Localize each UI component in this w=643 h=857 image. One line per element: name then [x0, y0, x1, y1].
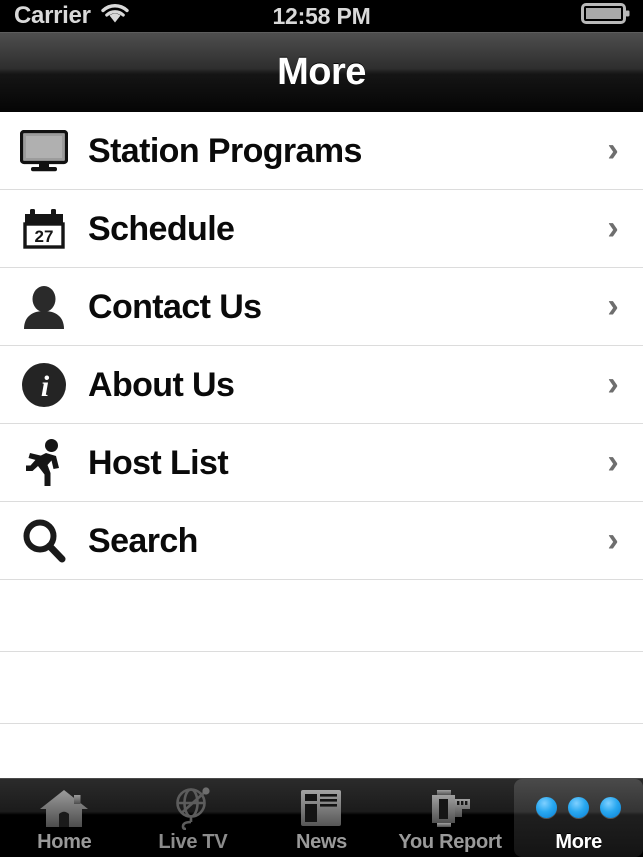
calendar-icon: 27 [0, 190, 88, 268]
list-item-label: About Us [88, 365, 235, 404]
three-dots-icon [536, 786, 622, 829]
list-item-label: Contact Us [88, 287, 262, 326]
tab-more[interactable]: More [514, 779, 643, 857]
list-item-label: Schedule [88, 209, 235, 248]
camera-icon [426, 786, 474, 829]
chevron-right-icon: › [607, 443, 619, 481]
list-item-search[interactable]: Search › [0, 502, 643, 580]
house-icon [38, 786, 90, 829]
nav-bar: More [0, 32, 643, 112]
list-item-about-us[interactable]: i About Us › [0, 346, 643, 424]
list-empty-row [0, 580, 643, 652]
clock-label: 12:58 PM [272, 2, 371, 29]
tab-label: More [555, 831, 602, 853]
dot-2 [568, 797, 590, 818]
dot-3 [600, 797, 622, 818]
battery-icon [581, 2, 631, 31]
chevron-right-icon: › [607, 365, 619, 403]
tab-news[interactable]: News [257, 779, 386, 857]
list-item-label: Station Programs [88, 131, 362, 170]
chevron-right-icon: › [607, 521, 619, 559]
list-item-label: Host List [88, 443, 229, 482]
tab-live-tv[interactable]: Live TV [129, 779, 258, 857]
tab-label: Live TV [158, 831, 228, 853]
globe-icon [170, 786, 216, 830]
list-item-schedule[interactable]: 27 Schedule › [0, 190, 643, 268]
person-icon [0, 268, 88, 346]
chevron-right-icon: › [607, 131, 619, 169]
tab-label: Home [37, 831, 92, 853]
runner-icon [0, 424, 88, 502]
tab-bar: Home Live TV News You Report More [0, 778, 643, 857]
menu-list: Station Programs › 27 Schedule › Contact… [0, 112, 643, 796]
tab-home[interactable]: Home [0, 779, 129, 857]
search-icon [0, 502, 88, 580]
dot-1 [536, 797, 558, 818]
status-bar: Carrier 12:58 PM [0, 0, 643, 32]
list-empty-row [0, 652, 643, 724]
chevron-right-icon: › [607, 287, 619, 325]
info-icon: i [0, 346, 88, 424]
phone-screen: Carrier 12:58 PM More Station Programs ›… [0, 0, 643, 857]
chevron-right-icon: › [607, 209, 619, 247]
tab-you-report[interactable]: You Report [386, 779, 515, 857]
list-item-host-list[interactable]: Host List › [0, 424, 643, 502]
calendar-day-label: 27 [35, 227, 54, 246]
list-item-contact-us[interactable]: Contact Us › [0, 268, 643, 346]
dots-group [536, 797, 622, 818]
list-item-label: Search [88, 521, 198, 560]
list-item-station-programs[interactable]: Station Programs › [0, 112, 643, 190]
tab-label: News [295, 831, 347, 853]
info-glyph: i [41, 370, 50, 403]
page-title: More [277, 51, 366, 93]
tab-label: You Report [398, 831, 502, 853]
news-icon [298, 786, 344, 829]
monitor-icon [0, 112, 88, 190]
